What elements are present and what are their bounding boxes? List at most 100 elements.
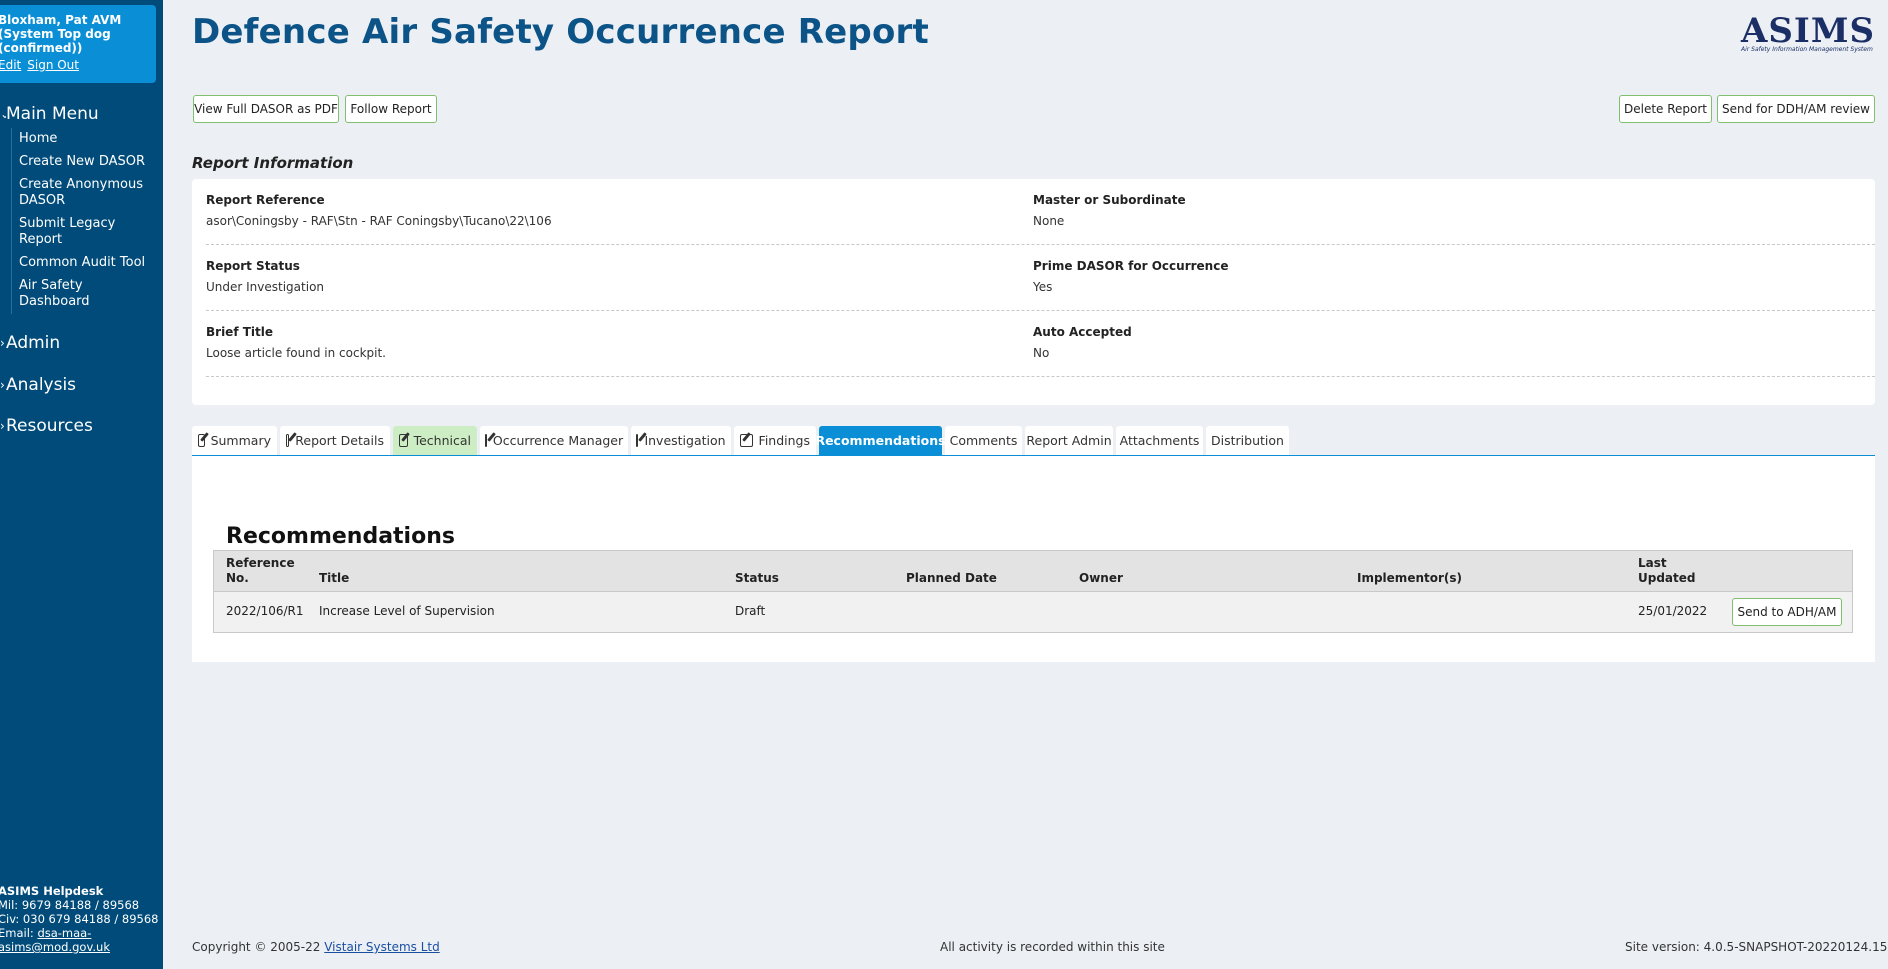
field-value: None (1033, 214, 1065, 228)
edit-icon (484, 434, 487, 447)
report-information-heading: Report Information (192, 154, 354, 172)
vistair-link[interactable]: Vistair Systems Ltd (324, 940, 440, 954)
field-label: Prime DASOR for Occurrence (1033, 259, 1229, 273)
field-label: Report Reference (206, 193, 325, 207)
edit-icon (740, 434, 753, 447)
asims-logo: ASIMS Air Safety Information Management … (1741, 11, 1876, 53)
user-name: Bloxham, Pat AVM (System Top dog (confir… (0, 13, 122, 55)
tab-investigation[interactable]: Investigation (631, 426, 731, 455)
field-value: No (1033, 346, 1050, 360)
main-menu-list: Home Create New DASOR Create Anonymous D… (11, 128, 159, 314)
master-subordinate-field: Master or Subordinate None (1033, 193, 1186, 228)
tab-comments[interactable]: Comments (945, 426, 1022, 455)
tab-label: Findings (758, 433, 810, 448)
column-header-title: Title (319, 571, 350, 585)
tab-summary[interactable]: Summary (192, 426, 277, 455)
copyright-text: Copyright © 2005-22 (192, 940, 321, 954)
footer-copyright: Copyright © 2005-22 Vistair Systems Ltd (192, 940, 440, 954)
tab-occurrence-manager[interactable]: Occurrence Manager (480, 426, 628, 455)
tab-report-details[interactable]: Report Details (280, 426, 390, 455)
user-box: Bloxham, Pat AVM (System Top dog (confir… (0, 5, 156, 83)
nav-item-home[interactable]: Home (19, 128, 159, 151)
tab-label: Technical (413, 433, 471, 448)
helpdesk-title: ASIMS Helpdesk (0, 884, 104, 898)
tab-label: Summary (210, 433, 271, 448)
footer-notice: All activity is recorded within this sit… (940, 940, 1165, 954)
table-row: 2022/106/R1 Increase Level of Supervisio… (214, 592, 1852, 632)
field-label: Report Status (206, 259, 300, 273)
view-pdf-button[interactable]: View Full DASOR as PDF (193, 95, 339, 123)
delete-report-button[interactable]: Delete Report (1619, 95, 1712, 123)
helpdesk-civ-phone: Civ: 030 679 84188 / 89568 (0, 912, 159, 926)
sidebar: Bloxham, Pat AVM (System Top dog (confir… (0, 0, 163, 969)
main-content: Defence Air Safety Occurrence Report ASI… (163, 0, 1888, 969)
report-tabs: Summary Report Details Technical Occurre… (192, 426, 1875, 456)
tab-report-admin[interactable]: Report Admin (1025, 426, 1113, 455)
field-value: Loose article found in cockpit. (206, 346, 386, 360)
logo-text: ASIMS (1741, 11, 1876, 51)
tab-technical[interactable]: Technical (393, 426, 477, 455)
edit-profile-link[interactable]: Edit (0, 58, 21, 72)
report-status-field: Report Status Under Investigation (206, 259, 324, 294)
helpdesk-info: ASIMS Helpdesk Mil: 9679 84188 / 89568 C… (0, 884, 163, 954)
send-to-adh-am-button[interactable]: Send to ADH/AM (1732, 598, 1842, 626)
nav-item-air-safety-dashboard[interactable]: Air Safety Dashboard (19, 275, 159, 314)
nav-item-submit-legacy-report[interactable]: Submit Legacy Report (19, 213, 159, 252)
tab-distribution[interactable]: Distribution (1206, 426, 1289, 455)
edit-icon (399, 434, 408, 447)
send-for-review-button[interactable]: Send for DDH/AM review (1717, 95, 1875, 123)
analysis-menu-label: Analysis (6, 375, 77, 395)
report-reference-field: Report Reference asor\Coningsby - RAF\St… (206, 193, 552, 228)
report-information-panel: Report Reference asor\Coningsby - RAF\St… (192, 179, 1875, 405)
cell-status: Draft (735, 604, 766, 618)
nav-item-create-dasor[interactable]: Create New DASOR (19, 151, 159, 174)
resources-menu-label: Resources (6, 416, 93, 436)
field-value: asor\Coningsby - RAF\Stn - RAF Coningsby… (206, 214, 552, 228)
prime-dasor-field: Prime DASOR for Occurrence Yes (1033, 259, 1228, 294)
cell-reference: 2022/106/R1 (226, 604, 304, 618)
info-row: Brief Title Loose article found in cockp… (206, 311, 1875, 377)
field-value: Under Investigation (206, 280, 325, 294)
tab-attachments[interactable]: Attachments (1116, 426, 1203, 455)
field-label: Master or Subordinate (1033, 193, 1186, 207)
admin-menu-toggle[interactable]: › Admin (0, 333, 60, 353)
logo-subtitle: Air Safety Information Management System (1741, 46, 1873, 53)
column-header-reference: Reference No. (226, 556, 295, 585)
cell-last-updated: 25/01/2022 (1638, 604, 1708, 618)
column-header-owner: Owner (1079, 571, 1123, 585)
field-label: Auto Accepted (1033, 325, 1132, 339)
cell-title: Increase Level of Supervision (319, 604, 495, 618)
table-header: Reference No. Title Status Planned Date … (214, 551, 1852, 592)
analysis-menu-toggle[interactable]: › Analysis (0, 375, 76, 395)
edit-icon (636, 434, 639, 447)
main-menu-toggle[interactable]: ⌄ Main Menu (0, 104, 99, 124)
tab-label: Report Details (295, 433, 384, 448)
edit-icon (198, 434, 205, 447)
field-label: Brief Title (206, 325, 274, 339)
auto-accepted-field: Auto Accepted No (1033, 325, 1132, 360)
tab-label: Occurrence Manager (492, 433, 624, 448)
nav-item-common-audit-tool[interactable]: Common Audit Tool (19, 252, 159, 275)
tab-findings[interactable]: Findings (734, 426, 816, 455)
follow-report-button[interactable]: Follow Report (345, 95, 437, 123)
edit-icon (286, 434, 290, 447)
helpdesk-email-label: Email: (0, 926, 34, 940)
recommendations-heading: Recommendations (226, 524, 455, 549)
column-header-status: Status (735, 571, 779, 585)
tab-recommendations[interactable]: Recommendations (815, 426, 946, 455)
footer-version: Site version: 4.0.5-SNAPSHOT-20220124.15… (1625, 940, 1888, 954)
column-header-implementors: Implementor(s) (1357, 571, 1463, 585)
info-row: Report Status Under Investigation Prime … (206, 245, 1875, 311)
admin-menu-label: Admin (6, 333, 61, 353)
sign-out-link[interactable]: Sign Out (27, 58, 79, 72)
nav-item-create-anonymous-dasor[interactable]: Create Anonymous DASOR (19, 174, 159, 213)
field-value: Yes (1033, 280, 1053, 294)
page-title: Defence Air Safety Occurrence Report (192, 12, 929, 52)
info-row: Report Reference asor\Coningsby - RAF\St… (206, 179, 1875, 245)
resources-menu-toggle[interactable]: › Resources (0, 416, 93, 436)
helpdesk-mil-phone: Mil: 9679 84188 / 89568 (0, 898, 140, 912)
brief-title-field: Brief Title Loose article found in cockp… (206, 325, 386, 360)
main-menu-label: Main Menu (6, 104, 99, 124)
recommendations-panel: Recommendations Reference No. Title Stat… (192, 456, 1875, 662)
tab-label: Investigation (644, 433, 726, 448)
